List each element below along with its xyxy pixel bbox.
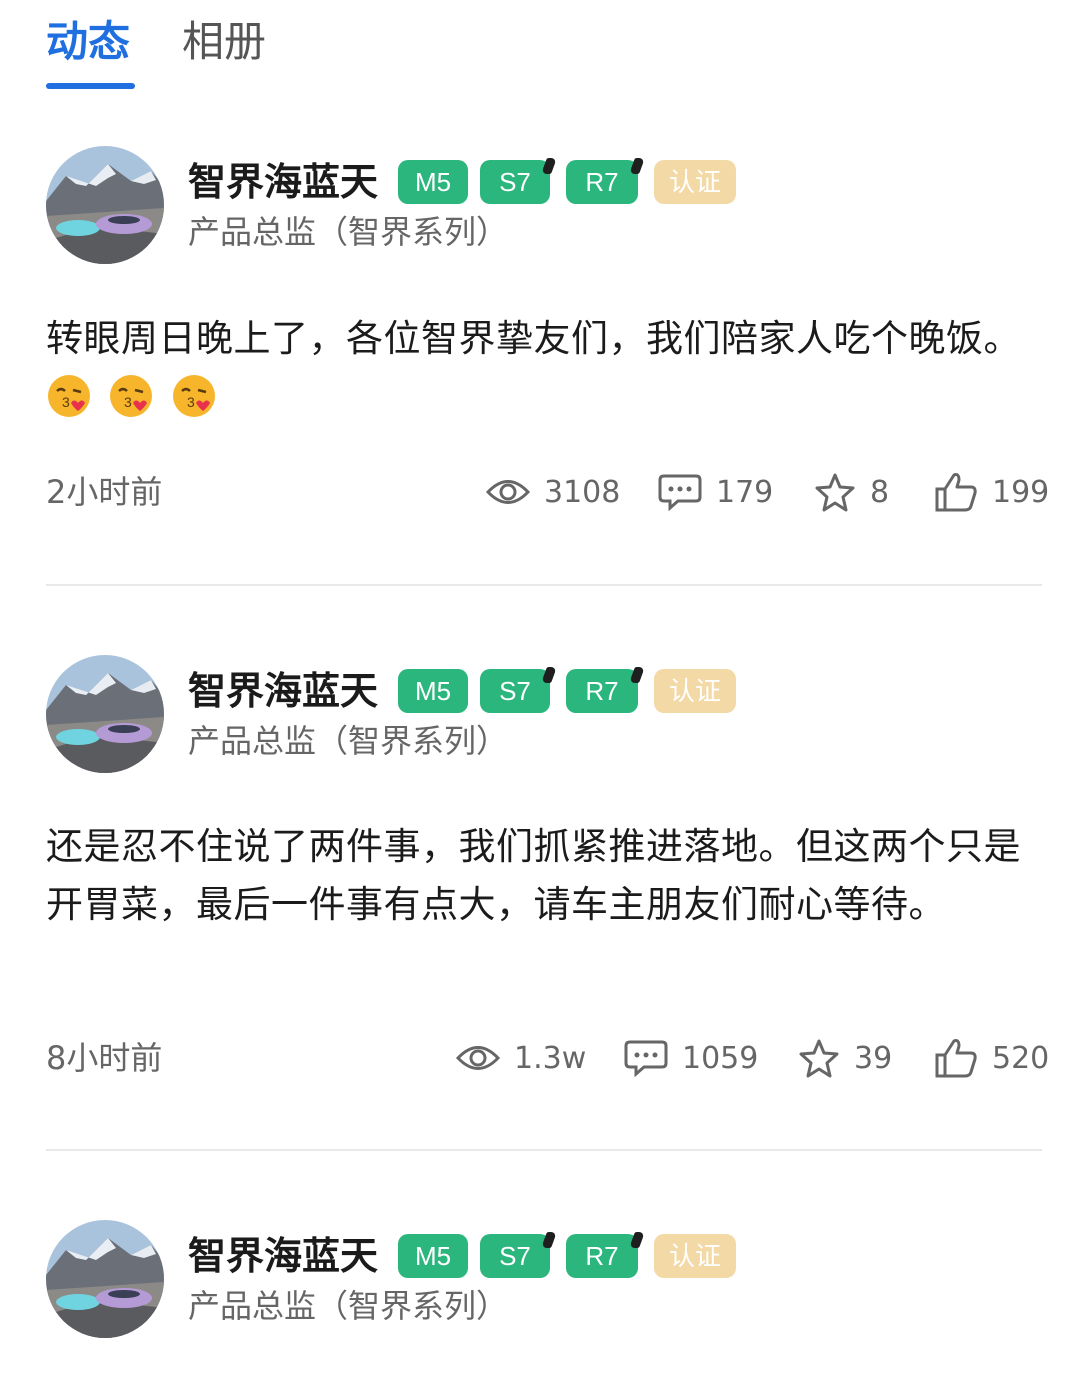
badge-m5[interactable]: M5 bbox=[398, 160, 468, 204]
star-icon bbox=[815, 473, 855, 512]
comments-button[interactable]: 179 bbox=[658, 470, 773, 514]
badge-verified[interactable]: 认证 bbox=[654, 669, 736, 713]
post-time: 8小时前 bbox=[46, 1039, 163, 1077]
post-content[interactable]: 转眼周日晚上了，各位智界挚友们，我们陪家人吃个晚饭。 3 3 3 bbox=[46, 310, 1036, 426]
badge-r7[interactable]: R7 bbox=[566, 1232, 645, 1278]
like-button[interactable]: 199 bbox=[934, 470, 1049, 514]
badge-verified[interactable]: 认证 bbox=[654, 1234, 736, 1278]
like-button[interactable]: 520 bbox=[934, 1036, 1049, 1080]
avatar[interactable] bbox=[46, 1220, 164, 1338]
badge-s7[interactable]: S7 bbox=[480, 158, 557, 204]
eye-icon bbox=[486, 480, 530, 504]
post-divider bbox=[46, 584, 1042, 586]
kissing-face-emoji: 3 bbox=[108, 375, 170, 418]
author-role: 产品总监（智界系列） bbox=[188, 1287, 509, 1325]
badge-s7[interactable]: S7 bbox=[480, 667, 557, 713]
favorite-button[interactable]: 39 bbox=[798, 1036, 892, 1080]
svg-text:3: 3 bbox=[124, 394, 132, 410]
comment-icon bbox=[624, 1040, 668, 1077]
avatar[interactable] bbox=[46, 655, 164, 773]
avatar-image bbox=[46, 655, 164, 773]
tab-dynamics[interactable]: 动态 bbox=[46, 14, 130, 70]
favorite-button[interactable]: 8 bbox=[814, 470, 889, 514]
badge-m5[interactable]: M5 bbox=[398, 1234, 468, 1278]
comments-button[interactable]: 1059 bbox=[624, 1036, 758, 1080]
post-divider bbox=[46, 1149, 1042, 1151]
badge-r7[interactable]: R7 bbox=[566, 158, 645, 204]
eye-icon bbox=[456, 1046, 500, 1070]
avatar-image bbox=[46, 146, 164, 264]
author-role: 产品总监（智界系列） bbox=[188, 722, 509, 760]
active-tab-indicator bbox=[46, 83, 135, 89]
tab-bar: 动态 相册 bbox=[0, 0, 1088, 96]
avatar[interactable] bbox=[46, 146, 164, 264]
badge-m5[interactable]: M5 bbox=[398, 669, 468, 713]
svg-text:3: 3 bbox=[62, 394, 70, 410]
author-name[interactable]: 智界海蓝天 bbox=[188, 1232, 378, 1280]
author-name[interactable]: 智界海蓝天 bbox=[188, 667, 378, 715]
avatar-image bbox=[46, 1220, 164, 1338]
comment-icon bbox=[658, 474, 702, 511]
badge-r7[interactable]: R7 bbox=[566, 667, 645, 713]
tab-album[interactable]: 相册 bbox=[182, 14, 266, 70]
svg-text:3: 3 bbox=[187, 394, 195, 410]
thumbs-up-icon bbox=[935, 473, 977, 512]
kissing-face-emoji: 3 bbox=[46, 375, 108, 418]
thumbs-up-icon bbox=[935, 1039, 977, 1078]
post-time: 2小时前 bbox=[46, 473, 163, 511]
author-role: 产品总监（智界系列） bbox=[188, 213, 509, 251]
badge-s7[interactable]: S7 bbox=[480, 1232, 557, 1278]
kissing-face-emoji: 3 bbox=[171, 375, 221, 418]
views-stat: 3108 bbox=[486, 470, 620, 514]
views-stat: 1.3w bbox=[456, 1036, 586, 1080]
badge-verified[interactable]: 认证 bbox=[654, 160, 736, 204]
author-name[interactable]: 智界海蓝天 bbox=[188, 158, 378, 206]
star-icon bbox=[799, 1039, 839, 1078]
post-content[interactable]: 还是忍不住说了两件事，我们抓紧推进落地。但这两个只是开胃菜，最后一件事有点大，请… bbox=[46, 818, 1036, 934]
